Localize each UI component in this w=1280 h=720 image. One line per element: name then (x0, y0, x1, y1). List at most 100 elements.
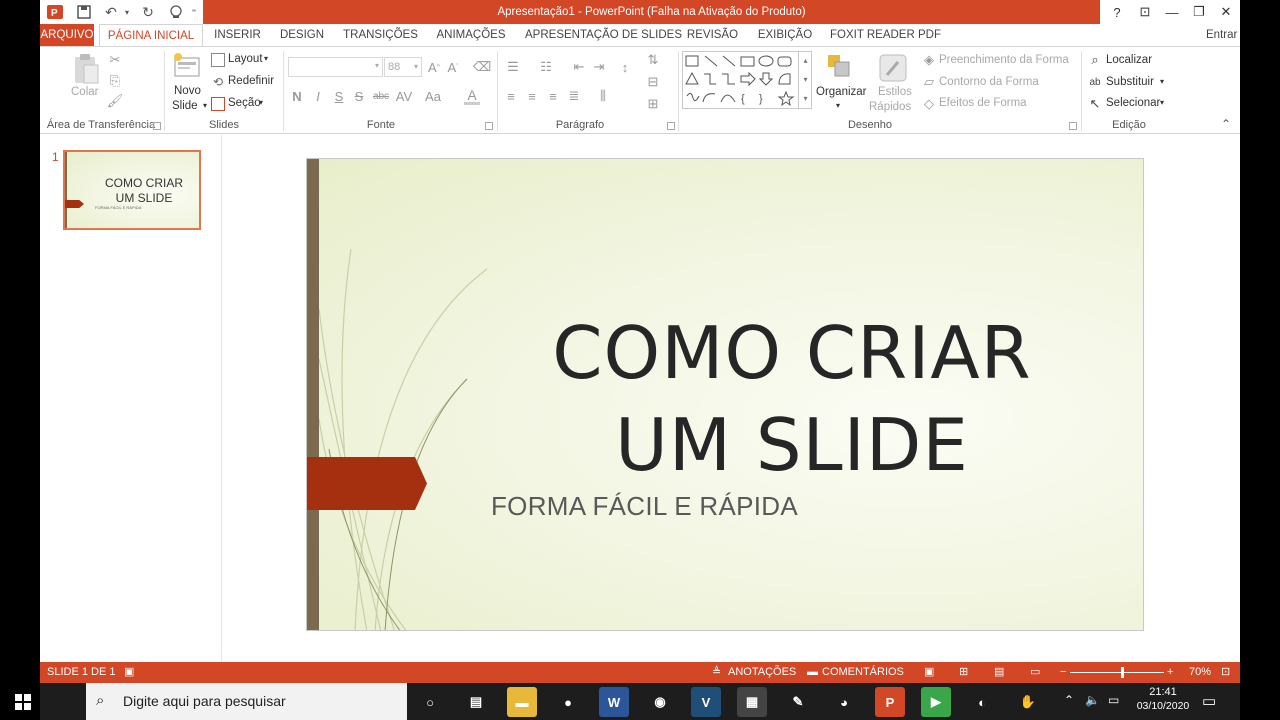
spelling-icon[interactable]: ▣ (124, 662, 134, 683)
section-dropdown-icon[interactable]: ▾ (259, 98, 263, 107)
help-button[interactable]: ? (1103, 0, 1131, 24)
character-spacing-button[interactable]: AV (394, 87, 414, 105)
tab-foxit[interactable]: FOXIT READER PDF (830, 24, 941, 47)
shape-effects-icon[interactable]: ◇ (922, 96, 936, 111)
align-right-icon[interactable]: ≡ (545, 87, 561, 105)
find-label[interactable]: Localizar (1106, 54, 1152, 66)
align-center-icon[interactable]: ≡ (524, 87, 540, 105)
paste-label[interactable]: Colar (71, 86, 98, 98)
bullets-icon[interactable]: ☰ (503, 58, 523, 76)
undo-dropdown-icon[interactable]: ▾ (116, 2, 138, 22)
text-direction-icon[interactable]: ⇅ (642, 51, 664, 69)
shrink-font-icon[interactable]: Aˇ (445, 58, 461, 76)
layout-icon[interactable] (211, 53, 225, 67)
font-size-box[interactable]: 88 ▾ (384, 57, 422, 77)
shape-fill-label[interactable]: Preenchimento da Forma (939, 54, 1069, 66)
arrange-icon[interactable] (826, 53, 852, 79)
strikethrough-button[interactable]: abc (372, 87, 390, 105)
replace-dropdown-icon[interactable]: ▾ (1160, 77, 1164, 86)
reset-icon[interactable]: ⟲ (211, 75, 225, 89)
tab-home[interactable]: PÁGINA INICIAL (99, 24, 203, 47)
drawing-launcher-icon[interactable] (1069, 122, 1077, 130)
paint-icon[interactable]: ✎ (783, 687, 813, 717)
slide-subtitle[interactable]: FORMA FÁCIL E RÁPIDA (491, 491, 798, 522)
taskbar-search[interactable]: ⌕ Digite aqui para pesquisar (86, 683, 407, 720)
smartart-icon[interactable]: ⊞ (642, 95, 664, 113)
tab-review[interactable]: REVISÃO (684, 24, 741, 47)
replace-icon[interactable]: ab (1087, 74, 1103, 90)
copy-icon[interactable]: ⎘ (106, 72, 124, 90)
new-slide-dropdown-icon[interactable]: ▾ (203, 101, 207, 110)
zoom-level[interactable]: 70% (1189, 662, 1211, 683)
columns-icon[interactable]: ⫼ (592, 87, 614, 105)
clock[interactable]: 21:41 03/10/2020 (1137, 686, 1190, 712)
shape-outline-label[interactable]: Contorno da Forma (939, 76, 1039, 88)
tab-view[interactable]: EXIBIÇÃO (756, 24, 814, 47)
slide-canvas[interactable]: COMO CRIAR UM SLIDE FORMA FÁCIL E RÁPIDA (306, 158, 1144, 631)
tab-slideshow[interactable]: APRESENTAÇÃO DE SLIDES (525, 24, 682, 47)
align-text-icon[interactable]: ⊟ (642, 73, 664, 91)
tray-chevron-icon[interactable]: ⌃ (1064, 693, 1074, 707)
shape-fill-icon[interactable]: ◈ (922, 52, 936, 67)
section-icon[interactable] (211, 97, 225, 111)
chrome-canary-icon[interactable]: ● (553, 687, 583, 717)
grow-font-icon[interactable]: A ^ (426, 58, 442, 76)
comments-icon[interactable]: ▬ (807, 662, 818, 683)
font-name-dropdown-icon[interactable]: ▾ (375, 61, 379, 70)
paste-icon[interactable] (70, 53, 102, 85)
ribbon-options-button[interactable]: ⊡ (1131, 0, 1159, 24)
slideshow-view-icon[interactable]: ▭ (1030, 662, 1040, 683)
quick-styles-label-2[interactable]: Rápidos (869, 101, 911, 113)
reading-view-icon[interactable]: ▤ (994, 662, 1004, 683)
word-icon[interactable]: W (599, 687, 629, 717)
redo-icon[interactable]: ↻ (137, 2, 159, 22)
file-explorer-icon[interactable]: ▬ (507, 687, 537, 717)
find-icon[interactable]: ⌕ (1087, 52, 1103, 68)
format-painter-icon[interactable]: 🖌 (106, 92, 124, 110)
network-icon[interactable]: ▭ (1108, 693, 1119, 707)
slide-editor[interactable]: COMO CRIAR UM SLIDE FORMA FÁCIL E RÁPIDA (223, 135, 1240, 662)
customize-icon[interactable]: ⁼ (188, 2, 200, 22)
slide-title[interactable]: COMO CRIAR UM SLIDE (507, 307, 1077, 491)
clipboard-launcher-icon[interactable] (153, 122, 161, 130)
quick-styles-label-1[interactable]: Estilos (878, 86, 912, 98)
layout-dropdown-icon[interactable]: ▾ (264, 54, 268, 63)
tab-insert[interactable]: INSERIR (210, 24, 265, 47)
section-label[interactable]: Seção (228, 97, 261, 109)
restore-button[interactable]: ❐ (1185, 0, 1213, 24)
slide-thumbnail[interactable]: COMO CRIAR UM SLIDE FORMA FÁCIL E RÁPIDA (63, 150, 201, 230)
firefox-icon[interactable]: ◕ (829, 687, 859, 717)
increase-indent-icon[interactable]: ⇥ (590, 58, 608, 76)
powerpoint-logo-icon[interactable]: P (44, 2, 66, 22)
notes-icon[interactable]: ≜ (712, 662, 721, 683)
minimize-button[interactable]: — (1158, 0, 1186, 24)
select-label[interactable]: Selecionar (1106, 97, 1160, 109)
calculator-icon[interactable]: ▦ (737, 687, 767, 717)
fit-slide-icon[interactable]: ⊡ (1221, 662, 1230, 683)
line-spacing-icon[interactable]: ↕ (614, 58, 636, 76)
arrange-dropdown-icon[interactable]: ▾ (836, 101, 840, 110)
powerpoint-icon[interactable]: P (875, 687, 905, 717)
timeline-icon[interactable]: ▤ (461, 687, 491, 717)
new-slide-icon[interactable] (173, 51, 201, 81)
save-icon[interactable] (73, 2, 95, 22)
close-button[interactable]: ✕ (1212, 0, 1240, 24)
task-view-icon[interactable]: ○ (415, 687, 445, 717)
numbering-icon[interactable]: ☷ (536, 58, 556, 76)
chrome-icon[interactable]: ◉ (645, 687, 675, 717)
replace-label[interactable]: Substituir (1106, 76, 1154, 88)
shapes-scroll[interactable]: ▴ ▾ ▾ (798, 51, 812, 109)
layout-label[interactable]: Layout (228, 53, 263, 65)
notifications-icon[interactable]: ▭ (1202, 692, 1216, 710)
font-color-button[interactable]: A (464, 87, 480, 105)
clear-formatting-icon[interactable]: ⌫ (473, 58, 491, 76)
align-left-icon[interactable]: ≡ (503, 87, 519, 105)
comments-button[interactable]: COMENTÁRIOS (822, 662, 904, 683)
reset-label[interactable]: Redefinir (228, 75, 274, 87)
game-icon[interactable]: ◐ (967, 687, 997, 717)
collapse-ribbon-icon[interactable]: ⌃ (1221, 117, 1231, 131)
shapes-grid-icon[interactable]: { } (683, 52, 803, 108)
font-size-dropdown-icon[interactable]: ▾ (414, 58, 418, 76)
italic-button[interactable]: I (311, 87, 325, 105)
tab-file[interactable]: ARQUIVO (40, 24, 94, 47)
